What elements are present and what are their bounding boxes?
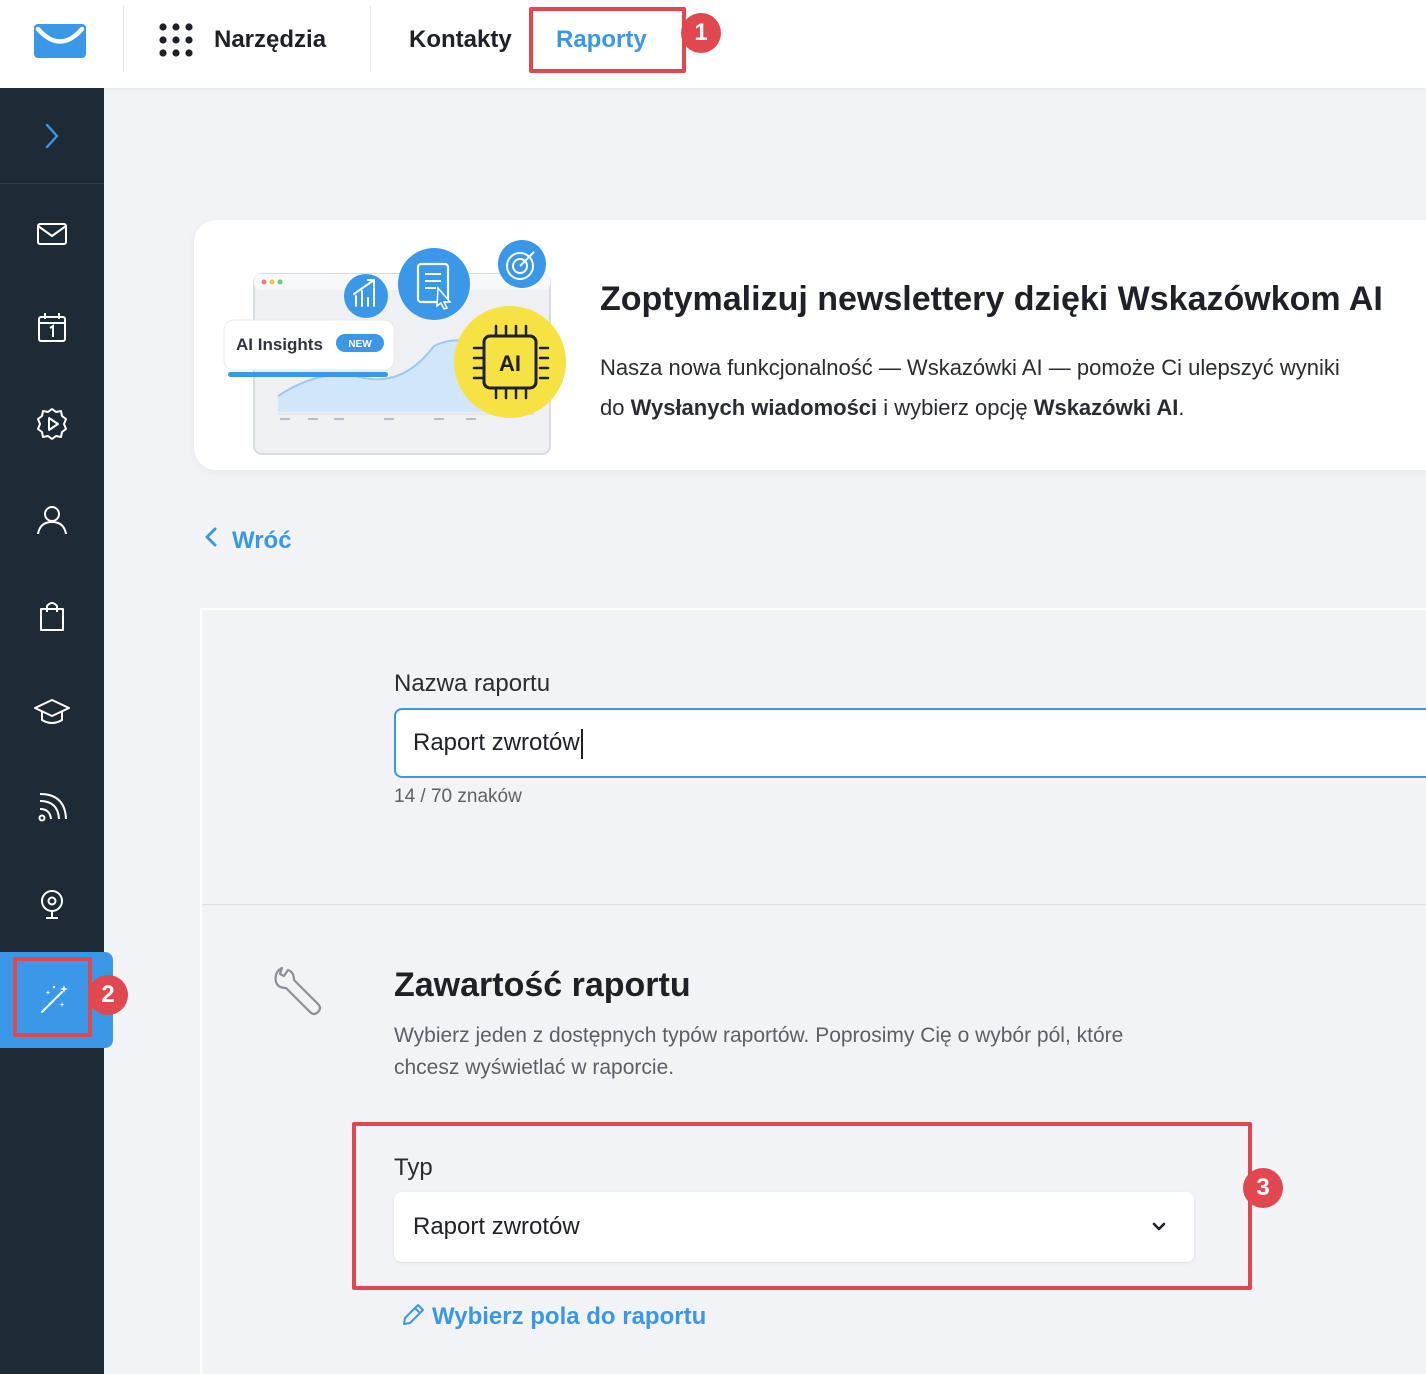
ai-badge-label: AI bbox=[499, 351, 521, 376]
chevron-left-icon bbox=[205, 527, 217, 547]
webinar-icon[interactable] bbox=[32, 884, 72, 924]
report-name-input[interactable]: Raport zwrotów bbox=[394, 708, 1426, 778]
callout-badge-3: 3 bbox=[1243, 1168, 1283, 1208]
chevron-right-icon bbox=[45, 123, 59, 149]
mail-icon[interactable] bbox=[32, 214, 72, 254]
sent-messages-link: Wysłanych wiadomości bbox=[630, 395, 878, 420]
wrench-icon bbox=[274, 966, 322, 1016]
promo-description: Nasza nowa funkcjonalność — Wskazówki AI… bbox=[600, 348, 1340, 428]
choose-fields-link[interactable]: Wybierz pola do raportu bbox=[400, 1300, 706, 1334]
automation-icon[interactable] bbox=[32, 404, 72, 444]
tools-menu[interactable]: Narzędzia bbox=[214, 22, 326, 58]
nav-contacts[interactable]: Kontakty bbox=[409, 22, 512, 58]
char-counter: 14 / 70 znaków bbox=[394, 786, 522, 807]
ecommerce-icon[interactable] bbox=[32, 596, 72, 636]
section-description: Wybierz jeden z dostępnych typów raportó… bbox=[394, 1024, 1124, 1079]
back-link[interactable]: Wróć bbox=[204, 524, 292, 558]
promo-line-2-text-end: . bbox=[1178, 395, 1185, 420]
promo-line-2-text-mid: i wybierz opcję bbox=[877, 395, 1034, 420]
promo-line-1: Nasza nowa funkcjonalność — Wskazówki AI… bbox=[600, 355, 1340, 380]
sidebar-toggle[interactable] bbox=[0, 88, 104, 184]
courses-icon[interactable] bbox=[32, 692, 72, 732]
getresponse-logo[interactable] bbox=[34, 24, 86, 58]
text-caret bbox=[580, 728, 583, 759]
callout-badge-2: 2 bbox=[88, 975, 128, 1015]
section-title: Zawartość raportu bbox=[394, 966, 691, 1004]
choose-fields-label: Wybierz pola do raportu bbox=[432, 1303, 707, 1330]
report-name-label: Nazwa raportu bbox=[394, 670, 551, 697]
callout-badge-1: 1 bbox=[681, 13, 721, 53]
new-badge: NEW bbox=[348, 339, 372, 350]
promo-title: Zoptymalizuj newslettery dzięki Wskazówk… bbox=[600, 280, 1383, 318]
promo-line-2: do Wysłanych wiadomości i wybierz opcję … bbox=[600, 388, 1340, 428]
rss-icon[interactable] bbox=[32, 788, 72, 828]
ai-insights-option: Wskazówki AI bbox=[1033, 395, 1179, 420]
pencil-icon bbox=[403, 1304, 424, 1325]
callout-highlight-3 bbox=[352, 1122, 1252, 1290]
report-name-value: Raport zwrotów bbox=[413, 729, 580, 756]
section-divider bbox=[202, 904, 1426, 905]
callout-highlight-2 bbox=[13, 957, 92, 1037]
callout-highlight-1 bbox=[529, 7, 686, 73]
ai-insights-chip-label: AI Insights bbox=[236, 335, 323, 354]
calendar-icon[interactable] bbox=[32, 308, 72, 348]
ai-insights-promo: AI Insights NEW AI Zoptymalizuj newslett… bbox=[194, 220, 1426, 470]
promo-line-2-text: do bbox=[600, 395, 631, 420]
ai-insights-illustration: AI Insights NEW AI bbox=[223, 240, 566, 455]
sidebar bbox=[0, 88, 113, 1374]
back-label: Wróć bbox=[232, 527, 292, 554]
contacts-icon[interactable] bbox=[32, 500, 72, 540]
apps-grid-icon[interactable] bbox=[158, 22, 194, 58]
